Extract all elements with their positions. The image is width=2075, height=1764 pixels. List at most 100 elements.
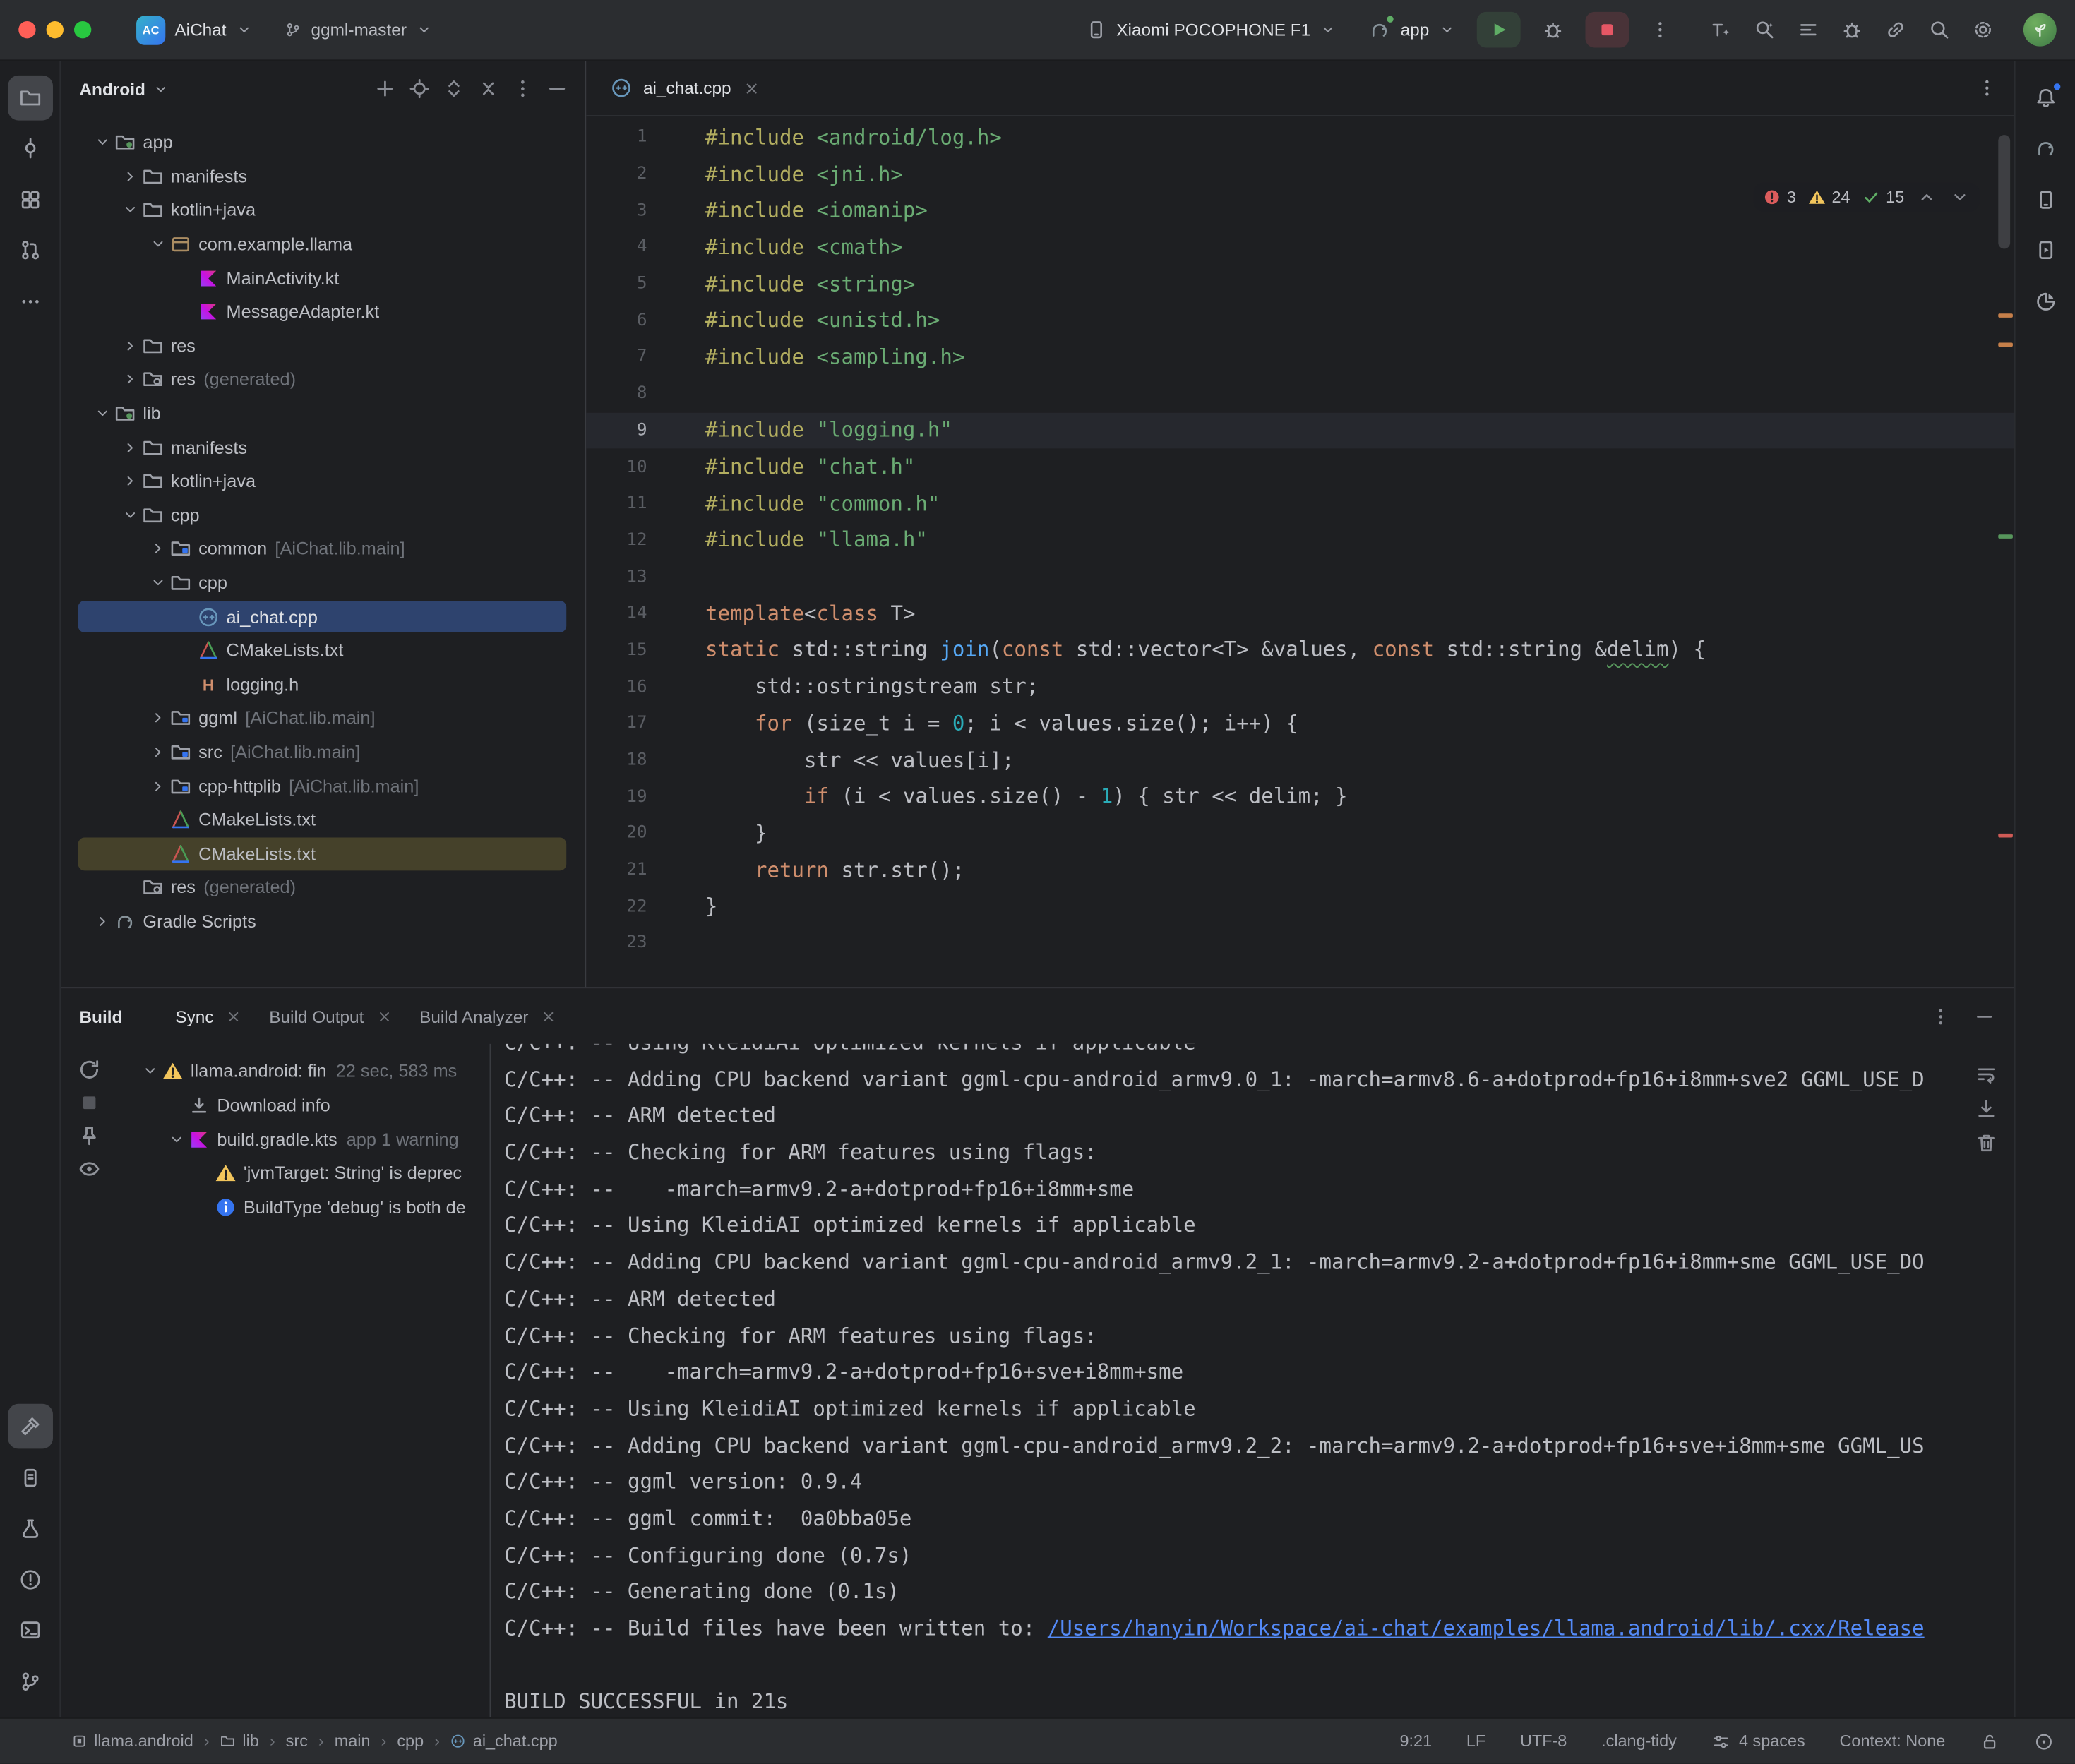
build-tree-item-build-gradle-kts[interactable]: build.gradle.ktsapp 1 warning — [116, 1122, 490, 1156]
editor-tab-ai-chat-cpp[interactable]: ai_chat.cpp — [586, 61, 779, 115]
encoding-widget[interactable]: UTF-8 — [1520, 1732, 1567, 1751]
build-tree-item-buildtype-debug-is-both-de[interactable]: BuildType 'debug' is both de — [116, 1190, 490, 1224]
device-selector[interactable]: Xiaomi POCOPHONE F1 — [1074, 15, 1347, 45]
line-number[interactable]: 4 — [586, 237, 647, 257]
vcs-branch-selector[interactable]: ggml-master — [274, 16, 443, 43]
chevron-down-icon[interactable] — [138, 1061, 162, 1082]
tool-button-resource-manager[interactable] — [7, 176, 52, 222]
action-expand-all-icon[interactable] — [442, 77, 466, 101]
indent-widget[interactable]: 4 spaces — [1711, 1732, 1805, 1751]
lock-icon[interactable] — [1980, 1732, 1999, 1751]
profile-avatar[interactable] — [2023, 13, 2057, 47]
build-tree-item-jvmtarget-string-is-deprec[interactable]: 'jvmTarget: String' is deprec — [116, 1156, 490, 1190]
tool-button-problems[interactable] — [7, 1556, 52, 1602]
code-line-16[interactable]: 16 std::ostringstream str; — [586, 668, 2014, 705]
tree-item-cmakelists-txt[interactable]: CMakeLists.txt — [61, 836, 585, 870]
code-line-11[interactable]: 11#include "common.h" — [586, 486, 2014, 522]
chevron-right-icon[interactable] — [145, 742, 169, 763]
code-line-23[interactable]: 23 — [586, 925, 2014, 961]
minimize-window-button[interactable] — [47, 21, 64, 38]
toolbar-button-search-everywhere[interactable] — [1919, 11, 1959, 48]
breadcrumb-item-main[interactable]: main — [335, 1732, 371, 1751]
code-line-1[interactable]: 1#include <android/log.h> — [586, 119, 2014, 156]
toolbar-button-debug-tools[interactable] — [1831, 11, 1871, 48]
line-number[interactable]: 13 — [586, 567, 647, 587]
toolbar-button-settings[interactable] — [1963, 11, 2002, 48]
tree-item-mainactivity-kt[interactable]: MainActivity.kt — [61, 261, 585, 295]
tree-item-manifests[interactable]: manifests — [61, 160, 585, 193]
tool-button-commit[interactable] — [7, 126, 52, 171]
pin-icon[interactable] — [76, 1123, 102, 1148]
error-stripe-mark[interactable] — [1998, 313, 2013, 318]
code-line-21[interactable]: 21 return str.str(); — [586, 852, 2014, 889]
next-problem-icon[interactable] — [1949, 186, 1971, 208]
breadcrumb-item-cpp[interactable]: cpp — [397, 1732, 424, 1751]
line-number[interactable]: 16 — [586, 677, 647, 697]
close-tab-icon[interactable] — [742, 79, 760, 97]
tool-button-more-tools[interactable] — [7, 279, 52, 324]
tree-item-manifests[interactable]: manifests — [61, 431, 585, 464]
tree-item-res[interactable]: res — [61, 329, 585, 363]
tree-item-src[interactable]: src[AiChat.lib.main] — [61, 736, 585, 769]
line-number[interactable]: 5 — [586, 274, 647, 294]
line-number[interactable]: 11 — [586, 494, 647, 514]
code-line-22[interactable]: 22} — [586, 889, 2014, 925]
line-number[interactable]: 10 — [586, 457, 647, 477]
code-line-8[interactable]: 8 — [586, 376, 2014, 412]
line-number[interactable]: 1 — [586, 128, 647, 148]
editor-options-icon[interactable] — [1975, 77, 1998, 100]
fullscreen-window-button[interactable] — [74, 21, 91, 38]
breadcrumb-item-ai-chat-cpp[interactable]: ai_chat.cpp — [450, 1732, 558, 1751]
line-number[interactable]: 23 — [586, 933, 647, 953]
code-line-7[interactable]: 7#include <sampling.h> — [586, 339, 2014, 376]
chevron-right-icon[interactable] — [145, 539, 169, 560]
project-view-mode[interactable]: Android — [79, 79, 145, 99]
passed-count[interactable]: 15 — [1862, 188, 1904, 206]
toolbar-button-todo-list[interactable] — [1788, 11, 1827, 48]
action-hide-icon[interactable] — [545, 77, 569, 101]
close-tab-icon[interactable] — [225, 1007, 242, 1024]
console-file-link[interactable]: /Users/hanyin/Workspace/ai-chat/examples… — [1048, 1616, 1925, 1640]
action-more-icon[interactable] — [511, 77, 535, 101]
tree-item-ggml[interactable]: ggml[AiChat.lib.main] — [61, 702, 585, 736]
tree-item-common[interactable]: common[AiChat.lib.main] — [61, 532, 585, 566]
error-stripe-mark[interactable] — [1998, 342, 2013, 347]
chevron-right-icon[interactable] — [90, 911, 114, 932]
chevron-right-icon[interactable] — [118, 437, 142, 458]
tool-button-version-control[interactable] — [7, 1659, 52, 1704]
close-tab-icon[interactable] — [540, 1007, 557, 1024]
tool-button-device-explorer[interactable] — [7, 1455, 52, 1500]
tool-button-app-inspection[interactable] — [7, 1506, 52, 1551]
tree-item-app[interactable]: app — [61, 126, 585, 160]
error-stripe-mark[interactable] — [1998, 834, 2013, 838]
chevron-right-icon[interactable] — [118, 369, 142, 390]
line-number[interactable]: 18 — [586, 750, 647, 770]
stop-icon[interactable] — [76, 1090, 102, 1115]
chevron-down-icon[interactable] — [145, 234, 169, 255]
line-number[interactable]: 6 — [586, 311, 647, 330]
action-collapse-all-icon[interactable] — [477, 77, 501, 101]
build-tab-sync[interactable]: Sync — [162, 988, 256, 1044]
warning-count[interactable]: 24 — [1808, 188, 1850, 206]
error-stripe-mark[interactable] — [1998, 534, 2013, 539]
tool-button-project[interactable] — [7, 75, 52, 120]
build-tab-build-analyzer[interactable]: Build Analyzer — [406, 988, 570, 1044]
line-separator-widget[interactable]: LF — [1466, 1732, 1485, 1751]
tree-item-cpp[interactable]: cpp — [61, 498, 585, 532]
code-line-14[interactable]: 14template<class T> — [586, 595, 2014, 632]
line-number[interactable]: 15 — [586, 640, 647, 660]
line-number[interactable]: 19 — [586, 787, 647, 807]
chevron-down-icon[interactable] — [118, 505, 142, 526]
toolbar-button-ai-actions[interactable] — [1701, 11, 1740, 48]
chevron-right-icon[interactable] — [118, 166, 142, 187]
soft-wrap-icon[interactable] — [1975, 1062, 1999, 1086]
tree-item-cmakelists-txt[interactable]: CMakeLists.txt — [61, 803, 585, 837]
run-configuration-selector[interactable]: app — [1358, 15, 1466, 45]
context-widget[interactable]: Context: None — [1840, 1732, 1946, 1751]
tool-button-running-devices[interactable] — [2023, 227, 2068, 272]
line-number[interactable]: 12 — [586, 530, 647, 550]
scroll-to-end-icon[interactable] — [1975, 1097, 1999, 1121]
hide-build-window-icon[interactable] — [1973, 1005, 1996, 1028]
chevron-down-icon[interactable] — [152, 80, 169, 97]
tool-button-device-manager[interactable] — [2023, 176, 2068, 222]
